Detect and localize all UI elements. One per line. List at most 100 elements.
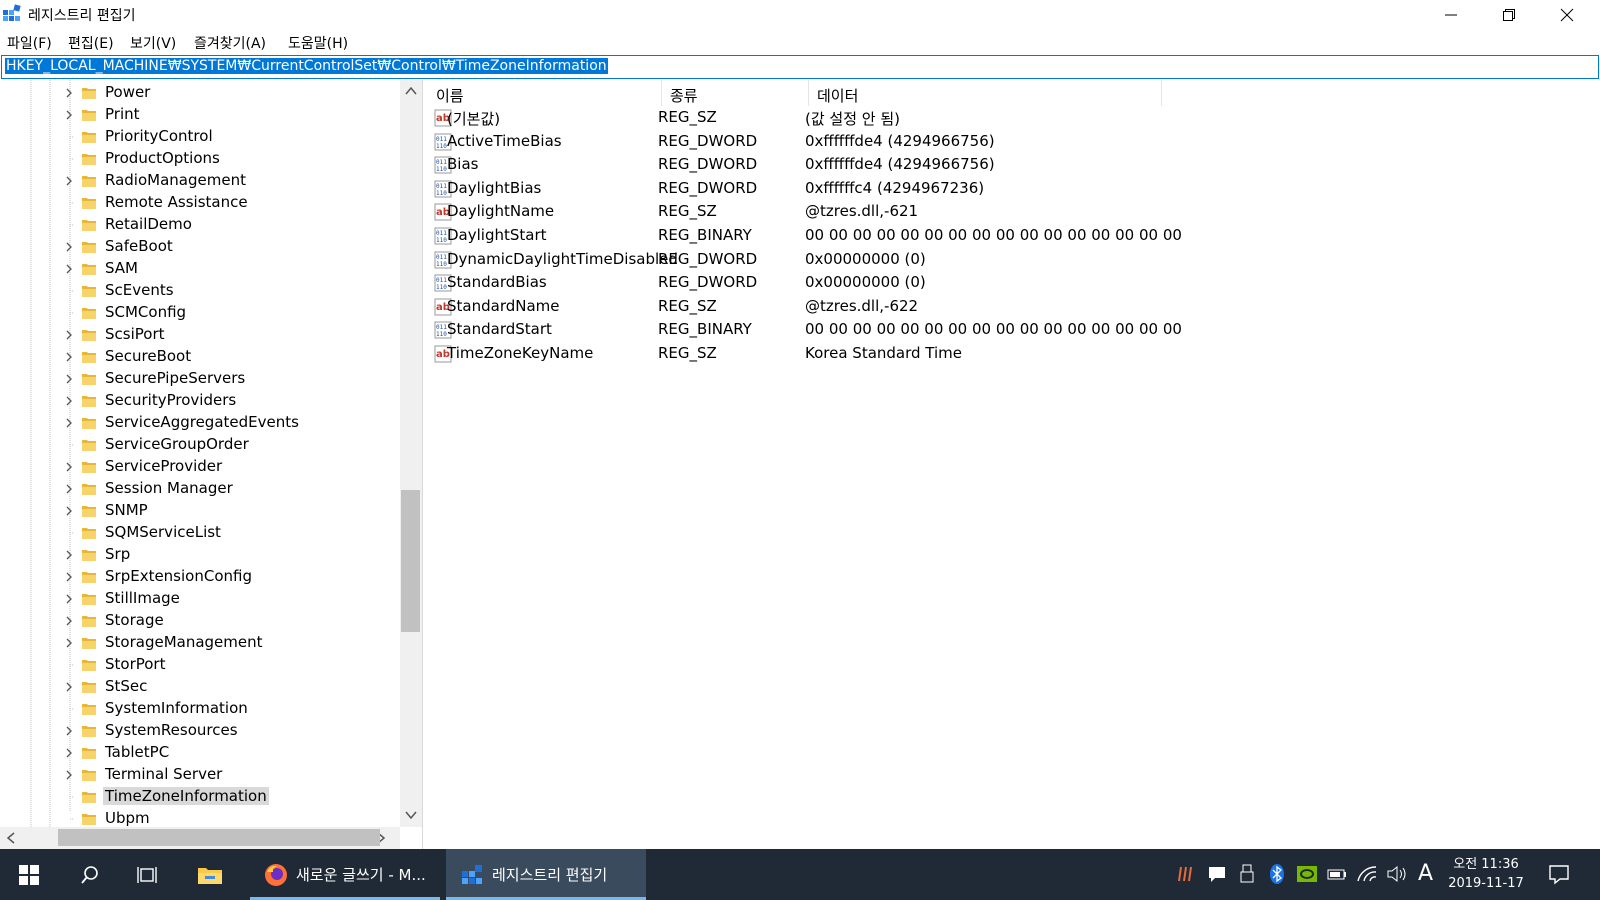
value-row[interactable]: 011 110 DynamicDaylightTimeDisabled REG_DWO… (428, 248, 1528, 272)
tree-item[interactable]: RadioManagement (0, 170, 400, 192)
scroll-up-icon[interactable] (405, 86, 417, 96)
value-row[interactable]: 011 110 Bias REG_DWORD 0xffffffde4 (42949667… (428, 153, 1528, 177)
menu-file[interactable]: 파일(F) (7, 33, 52, 53)
tree-item[interactable]: ScEvents (0, 280, 400, 302)
key-tree-pane[interactable]: Power Print PriorityControl ProductOptions R… (0, 80, 423, 850)
column-header-name[interactable]: 이름 (428, 80, 662, 106)
chevron-right-icon[interactable] (64, 176, 74, 186)
menu-view[interactable]: 보기(V) (130, 33, 176, 53)
tree-vertical-scroll-thumb[interactable] (401, 490, 420, 632)
scroll-left-icon[interactable] (6, 832, 16, 844)
tree-item[interactable]: Srp (0, 544, 400, 566)
volume-tray-icon[interactable] (1386, 863, 1408, 885)
tree-item[interactable]: SecurePipeServers (0, 368, 400, 390)
tree-item[interactable]: ServiceProvider (0, 456, 400, 478)
tree-item[interactable]: ServiceAggregatedEvents (0, 412, 400, 434)
start-button[interactable] (0, 849, 58, 900)
taskbar-app-firefox[interactable]: 새로운 글쓰기 - M... (250, 849, 440, 900)
address-path[interactable]: HKEY_LOCAL_MACHINE₩SYSTEM₩CurrentControl… (5, 58, 608, 74)
chevron-right-icon[interactable] (64, 396, 74, 406)
chevron-right-icon[interactable] (64, 374, 74, 384)
tree-item[interactable]: TabletPC (0, 742, 400, 764)
tree-item[interactable]: SCMConfig (0, 302, 400, 324)
tree-item[interactable]: TimeZoneInformation (0, 786, 400, 808)
nvidia-tray-icon[interactable] (1296, 863, 1318, 885)
scroll-down-icon[interactable] (405, 810, 417, 820)
tree-item[interactable]: ServiceGroupOrder (0, 434, 400, 456)
address-bar[interactable]: HKEY_LOCAL_MACHINE₩SYSTEM₩CurrentControl… (1, 55, 1599, 79)
chevron-right-icon[interactable] (64, 726, 74, 736)
value-list-pane[interactable]: 이름 종류 데이터 ab (기본값) REG_SZ (값 설정 안 됨) 011 110 A… (428, 80, 1600, 850)
tree-item[interactable]: SecureBoot (0, 346, 400, 368)
taskbar-clock[interactable]: 오전 11:36 2019-11-17 (1446, 855, 1526, 893)
chevron-right-icon[interactable] (64, 418, 74, 428)
chevron-right-icon[interactable] (64, 242, 74, 252)
chevron-right-icon[interactable] (64, 594, 74, 604)
task-view-button[interactable] (120, 849, 176, 900)
wifi-tray-icon[interactable] (1356, 863, 1378, 885)
tree-item[interactable]: Storage (0, 610, 400, 632)
tree-horizontal-scroll-thumb[interactable] (58, 829, 380, 846)
notification-center-icon[interactable] (1548, 863, 1570, 885)
chevron-right-icon[interactable] (64, 330, 74, 340)
chat-tray-icon[interactable] (1206, 863, 1228, 885)
value-row[interactable]: ab DaylightName REG_SZ @tzres.dll,-621 (428, 200, 1528, 224)
value-row[interactable]: 011 110 StandardStart REG_BINARY 00 00 00 00… (428, 318, 1528, 342)
menu-favorites[interactable]: 즐겨찾기(A) (194, 33, 266, 53)
chevron-right-icon[interactable] (64, 484, 74, 494)
tree-item[interactable]: Power (0, 82, 400, 104)
column-header-data[interactable]: 데이터 (809, 80, 1162, 106)
battery-tray-icon[interactable] (1326, 863, 1348, 885)
minimize-button[interactable] (1422, 0, 1480, 30)
chevron-right-icon[interactable] (64, 462, 74, 472)
tree-item[interactable]: SQMServiceList (0, 522, 400, 544)
chevron-right-icon[interactable] (64, 616, 74, 626)
title-bar[interactable]: 레지스트리 편집기 (0, 0, 1600, 30)
tree-item[interactable]: SystemInformation (0, 698, 400, 720)
value-row[interactable]: 011 110 DaylightBias REG_DWORD 0xffffffc4 (4… (428, 177, 1528, 201)
tree-item[interactable]: PriorityControl (0, 126, 400, 148)
value-row[interactable]: 011 110 DaylightStart REG_BINARY 00 00 00 00… (428, 224, 1528, 248)
chevron-right-icon[interactable] (64, 264, 74, 274)
value-row[interactable]: 011 110 ActiveTimeBias REG_DWORD 0xffffffde4… (428, 130, 1528, 154)
usb-tray-icon[interactable] (1236, 863, 1258, 885)
chevron-right-icon[interactable] (64, 110, 74, 120)
value-row[interactable]: ab StandardName REG_SZ @tzres.dll,-622 (428, 295, 1528, 319)
menu-edit[interactable]: 편집(E) (68, 33, 114, 53)
menu-help[interactable]: 도움말(H) (288, 33, 348, 53)
tree-vertical-scrollbar[interactable] (400, 80, 422, 827)
wacom-tray-icon[interactable] (1176, 863, 1198, 885)
chevron-right-icon[interactable] (64, 550, 74, 560)
bluetooth-tray-icon[interactable] (1266, 863, 1288, 885)
taskbar-app-regedit[interactable]: 레지스트리 편집기 (446, 849, 646, 900)
restore-button[interactable] (1480, 0, 1538, 30)
value-row[interactable]: ab (기본값) REG_SZ (값 설정 안 됨) (428, 106, 1528, 130)
tree-item[interactable]: StSec (0, 676, 400, 698)
file-explorer-button[interactable] (182, 849, 238, 900)
tree-item[interactable]: SrpExtensionConfig (0, 566, 400, 588)
tree-item[interactable]: ScsiPort (0, 324, 400, 346)
tree-item[interactable]: Remote Assistance (0, 192, 400, 214)
tree-item[interactable]: StorPort (0, 654, 400, 676)
chevron-right-icon[interactable] (64, 748, 74, 758)
search-button[interactable] (62, 849, 118, 900)
chevron-right-icon[interactable] (64, 88, 74, 98)
chevron-right-icon[interactable] (64, 682, 74, 692)
value-row[interactable]: 011 110 StandardBias REG_DWORD 0x00000000 (0… (428, 271, 1528, 295)
tree-item[interactable]: SNMP (0, 500, 400, 522)
tree-item[interactable]: SAM (0, 258, 400, 280)
tree-item[interactable]: Session Manager (0, 478, 400, 500)
tree-item[interactable]: Print (0, 104, 400, 126)
tree-item[interactable]: SecurityProviders (0, 390, 400, 412)
tree-item[interactable]: SystemResources (0, 720, 400, 742)
close-button[interactable] (1538, 0, 1596, 30)
tree-item[interactable]: StorageManagement (0, 632, 400, 654)
chevron-right-icon[interactable] (64, 638, 74, 648)
chevron-right-icon[interactable] (64, 572, 74, 582)
tree-item[interactable]: ProductOptions (0, 148, 400, 170)
value-row[interactable]: ab TimeZoneKeyName REG_SZ Korea Standard Ti… (428, 342, 1528, 366)
tree-item[interactable]: RetailDemo (0, 214, 400, 236)
chevron-right-icon[interactable] (64, 770, 74, 780)
chevron-right-icon[interactable] (64, 506, 74, 516)
ime-indicator[interactable]: A (1418, 861, 1433, 886)
